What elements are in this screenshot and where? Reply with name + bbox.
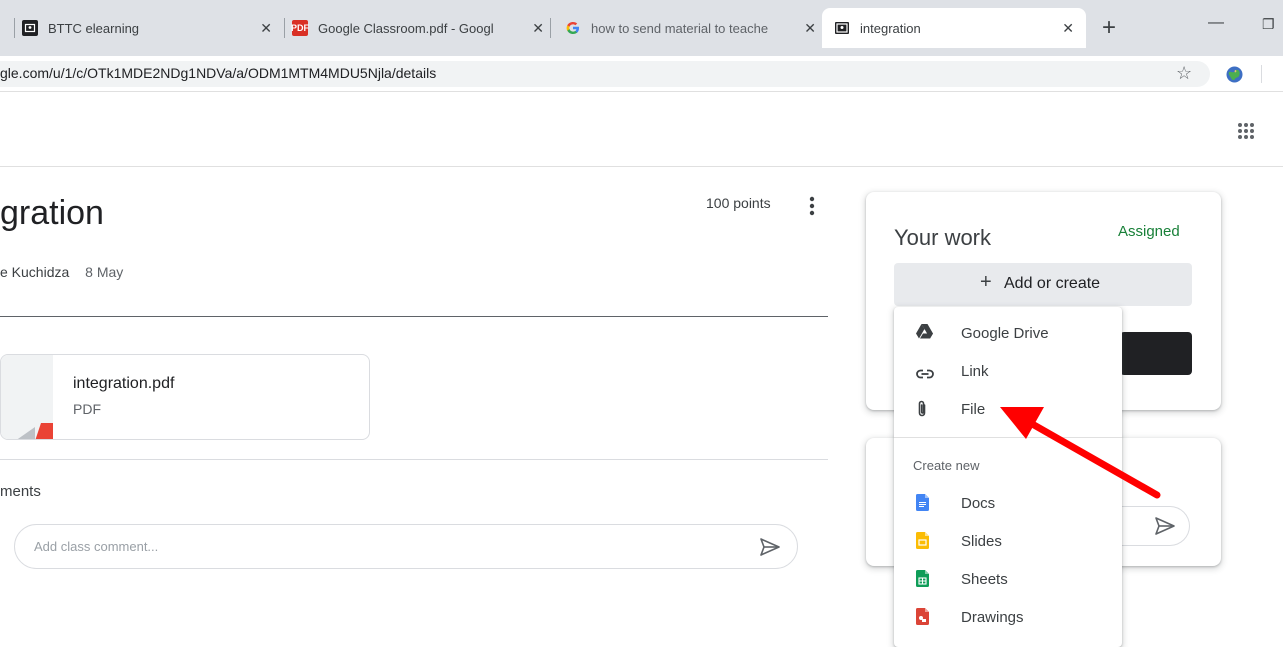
bookmark-star-icon[interactable]: ☆ [1176,63,1192,84]
menu-item-label: Link [961,362,989,380]
browser-tab-strip: BTTC elearning ✕ PDF Google Classroom.pd… [0,0,1283,56]
close-tab-icon[interactable]: ✕ [260,20,272,37]
google-drive-icon [916,324,933,342]
browser-toolbar: gle.com/u/1/c/OTk1MDE2NDg1NDVa/a/ODM1MTM… [0,56,1283,92]
tab-title: integration [860,20,921,36]
address-bar[interactable]: gle.com/u/1/c/OTk1MDE2NDg1NDVa/a/ODM1MTM… [0,61,1210,87]
menu-item-label: Google Drive [961,324,1049,342]
tab-separator [284,18,285,38]
assignment-title: gration [0,194,104,232]
link-icon [916,366,934,384]
add-or-create-label: Add or create [1004,275,1101,292]
pdf-icon: PDF [291,20,309,36]
menu-item-slides[interactable]: Slides [894,522,1122,560]
send-icon[interactable] [759,537,781,562]
tab-title: how to send material to teache [591,20,769,36]
annotation-arrow [1000,407,1161,499]
mark-as-done-button[interactable] [1120,332,1192,375]
menu-item-drawings[interactable]: Drawings [894,598,1122,636]
close-tab-icon[interactable]: ✕ [532,20,544,37]
menu-item-sheets[interactable]: Sheets [894,560,1122,598]
assignment-meta: e Kuchidza 8 May [0,264,123,280]
sheets-icon [916,570,932,588]
attachment-name: integration.pdf [73,375,175,392]
menu-item-label: Sheets [961,570,1008,588]
menu-item-label: File [961,400,986,418]
title-divider [0,316,828,317]
tab-integration[interactable]: integration ✕ [822,8,1086,48]
tab-title: Google Classroom.pdf - Googl [318,20,494,36]
classroom-icon [22,20,38,36]
google-icon [565,20,581,36]
comments-divider [0,459,828,460]
close-tab-icon[interactable]: ✕ [1062,20,1074,37]
paperclip-icon [916,400,932,418]
docs-icon [916,494,932,512]
close-tab-icon[interactable]: ✕ [804,20,816,37]
class-comments-heading: ments [0,483,41,500]
apps-grid-icon[interactable] [1237,122,1255,145]
your-work-title: Your work [894,225,992,250]
assignment-date: 8 May [85,264,124,280]
menu-item-label: Drawings [961,608,1024,626]
send-icon[interactable] [1154,516,1176,541]
new-tab-button[interactable]: + [1102,14,1116,42]
tab-google-classroom-pdf[interactable]: PDF Google Classroom.pdf - Googl ✕ [291,8,548,48]
add-icon: + [980,271,992,293]
tab-title: BTTC elearning [48,20,140,36]
tab-how-to-send-material[interactable]: how to send material to teache ✕ [565,8,820,48]
attachment-card[interactable]: integration.pdf PDF [0,354,370,440]
menu-item-label: Slides [961,532,1002,550]
tab-bttc-elearning[interactable]: BTTC elearning ✕ [22,8,284,48]
extension-globe-icon[interactable] [1226,66,1243,88]
comment-placeholder: Add class comment... [34,539,159,554]
slides-icon [916,532,932,550]
restore-button[interactable]: ❐ [1262,16,1275,33]
url-text: gle.com/u/1/c/OTk1MDE2NDg1NDVa/a/ODM1MTM… [0,65,437,81]
attachment-type: PDF [73,401,101,417]
tab-separator [14,18,15,38]
more-options-icon[interactable] [803,194,821,223]
drawings-icon [916,608,932,626]
toolbar-divider [1261,65,1262,83]
class-comment-input[interactable]: Add class comment... [14,524,798,569]
assignment-status: Assigned [1118,223,1180,240]
tab-separator [550,18,551,38]
add-or-create-button[interactable]: + Add or create [894,263,1192,306]
menu-item-link[interactable]: Link [894,352,1122,390]
assignment-author: e Kuchidza [0,264,70,280]
menu-item-google-drive[interactable]: Google Drive [894,314,1122,352]
private-comment-input[interactable] [1120,506,1190,546]
classroom-icon [834,20,850,36]
pdf-thumbnail [1,355,53,439]
minimize-button[interactable]: — [1208,14,1224,32]
classroom-app-bar [0,92,1283,167]
assignment-points: 100 points [706,195,771,211]
create-new-heading: Create new [913,458,980,473]
